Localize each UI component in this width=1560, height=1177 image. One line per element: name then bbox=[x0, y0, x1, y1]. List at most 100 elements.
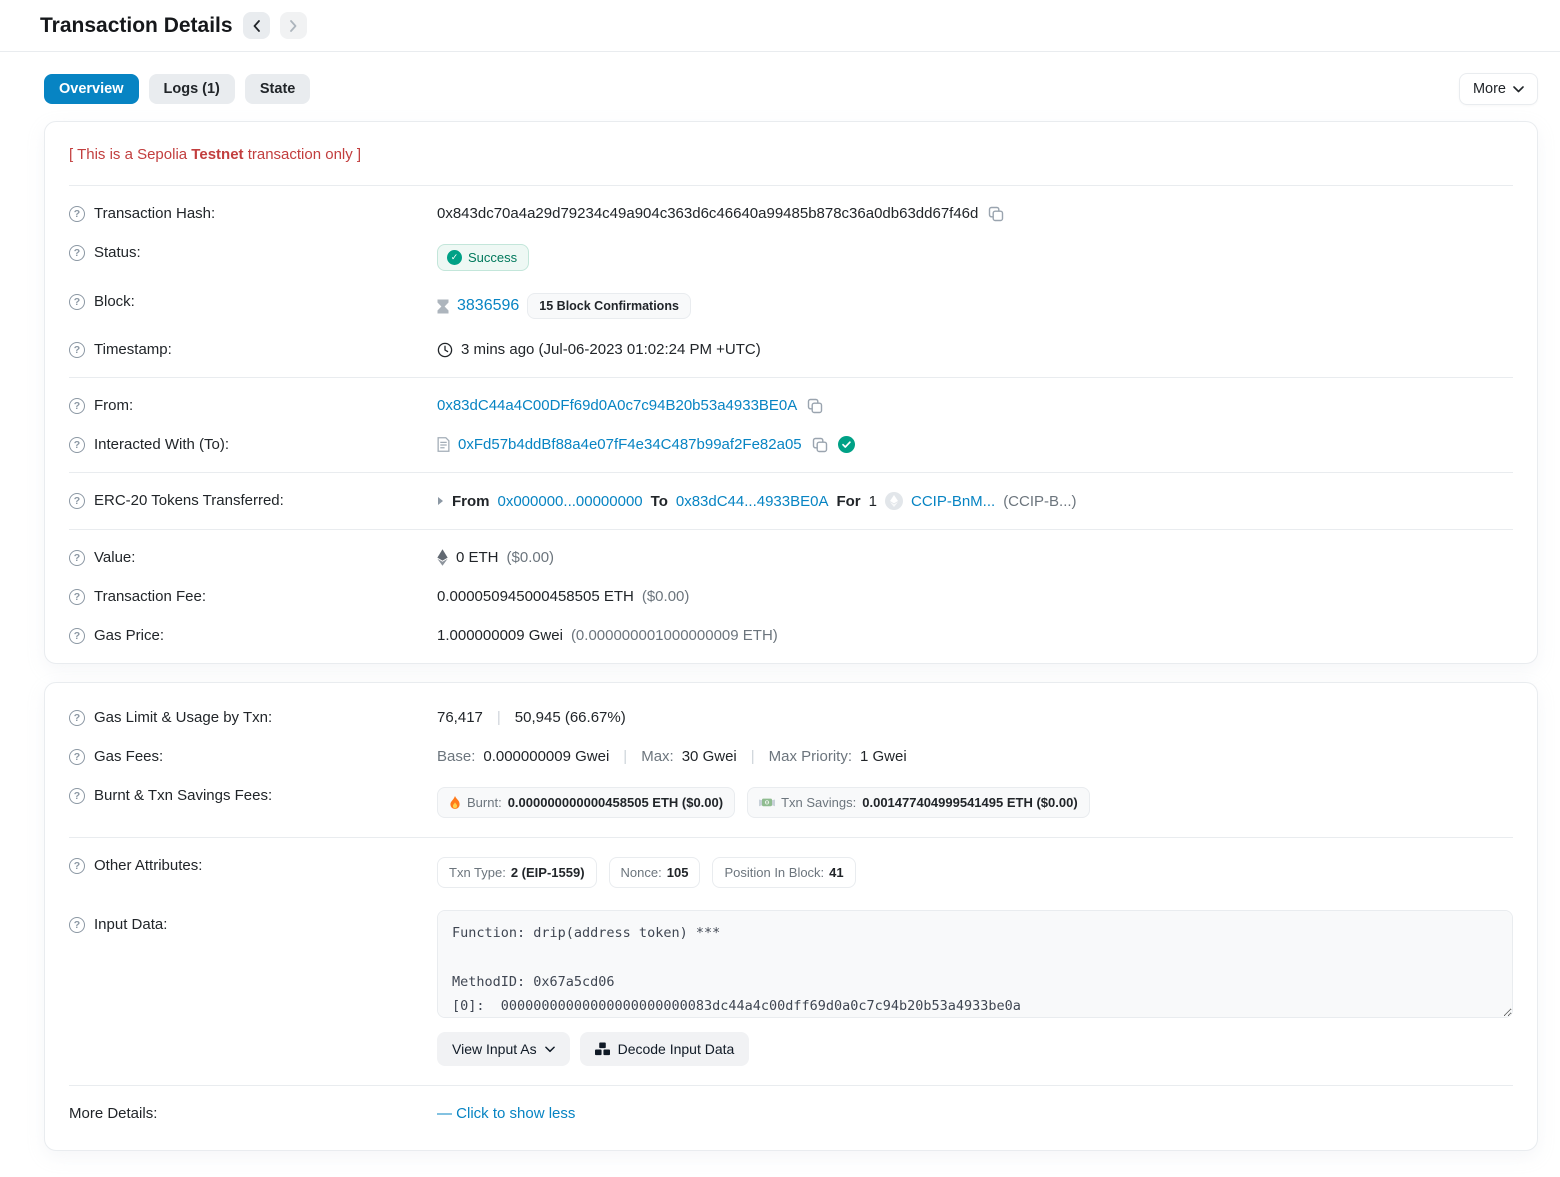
next-transaction-button[interactable] bbox=[280, 12, 307, 39]
more-details-row: More Details: — Click to show less bbox=[69, 1094, 1513, 1142]
txn-savings-value: 0.001477404999541495 ETH ($0.00) bbox=[862, 795, 1077, 810]
tab-group: Overview Logs (1) State bbox=[44, 74, 310, 104]
copy-from-address-button[interactable] bbox=[805, 398, 825, 414]
divider bbox=[69, 185, 1513, 186]
clock-icon bbox=[437, 342, 453, 358]
gas-price-row: ? Gas Price: 1.000000009 Gwei (0.0000000… bbox=[69, 616, 1513, 655]
help-icon[interactable]: ? bbox=[69, 245, 85, 261]
copy-icon bbox=[988, 206, 1004, 222]
gas-price-label: ? Gas Price: bbox=[69, 627, 437, 644]
interacted-with-label: ? Interacted With (To): bbox=[69, 436, 437, 453]
erc20-for-label: For bbox=[836, 493, 860, 510]
block-confirmations-badge: 15 Block Confirmations bbox=[527, 293, 691, 319]
copy-to-address-button[interactable] bbox=[810, 437, 830, 453]
erc20-transfers-row: ? ERC-20 Tokens Transferred: From 0x0000… bbox=[69, 481, 1513, 521]
page-title: Transaction Details bbox=[40, 14, 233, 38]
gas-limit-row: ? Gas Limit & Usage by Txn: 76,417 | 50,… bbox=[69, 691, 1513, 737]
txn-type-badge: Txn Type: 2 (EIP-1559) bbox=[437, 857, 597, 888]
txn-savings-label: Txn Savings: bbox=[781, 795, 856, 810]
timestamp-label: ? Timestamp: bbox=[69, 341, 437, 358]
interacted-with-row: ? Interacted With (To): 0xFd57b4ddBf88a4… bbox=[69, 425, 1513, 464]
nonce-badge: Nonce: 105 bbox=[609, 857, 701, 888]
toggle-details-link[interactable]: — Click to show less bbox=[437, 1105, 575, 1122]
timestamp-row: ? Timestamp: 3 mins ago (Jul-06-2023 01:… bbox=[69, 330, 1513, 369]
decode-input-data-button[interactable]: Decode Input Data bbox=[580, 1032, 750, 1066]
help-icon[interactable]: ? bbox=[69, 917, 85, 933]
gas-price-gwei: 1.000000009 Gwei bbox=[437, 627, 563, 644]
previous-transaction-button[interactable] bbox=[243, 12, 270, 39]
help-icon[interactable]: ? bbox=[69, 788, 85, 804]
copy-transaction-hash-button[interactable] bbox=[986, 206, 1006, 222]
erc20-from-address-link[interactable]: 0x000000...00000000 bbox=[498, 493, 643, 510]
divider bbox=[69, 472, 1513, 473]
other-attributes-label: ? Other Attributes: bbox=[69, 857, 437, 874]
view-input-as-button[interactable]: View Input As bbox=[437, 1032, 570, 1066]
details-card: ? Gas Limit & Usage by Txn: 76,417 | 50,… bbox=[44, 682, 1538, 1151]
transaction-hash-label: ? Transaction Hash: bbox=[69, 205, 437, 222]
erc20-to-label: To bbox=[651, 493, 668, 510]
transaction-fee-row: ? Transaction Fee: 0.000050945000458505 … bbox=[69, 577, 1513, 616]
max-fee-value: 30 Gwei bbox=[682, 748, 737, 765]
block-number-link[interactable]: 3836596 bbox=[457, 297, 519, 315]
cubes-icon bbox=[595, 1042, 610, 1056]
chevron-down-icon bbox=[1513, 86, 1524, 93]
status-label: ? Status: bbox=[69, 244, 437, 261]
tab-overview[interactable]: Overview bbox=[44, 74, 139, 104]
burnt-savings-row: ? Burnt & Txn Savings Fees: Burnt: 0.000… bbox=[69, 776, 1513, 829]
tab-state[interactable]: State bbox=[245, 74, 310, 104]
chevron-down-icon bbox=[545, 1046, 555, 1053]
separator: | bbox=[617, 748, 633, 765]
help-icon[interactable]: ? bbox=[69, 858, 85, 874]
transaction-fee-eth: 0.000050945000458505 ETH bbox=[437, 588, 634, 605]
tabs-row: Overview Logs (1) State More bbox=[44, 73, 1538, 105]
input-data-actions: View Input As Decode Input Data bbox=[437, 1032, 1513, 1066]
check-circle-icon: ✓ bbox=[447, 250, 462, 265]
from-address-link[interactable]: 0x83dC44a4C00DFf69d0A0c7c94B20b53a4933BE… bbox=[437, 397, 797, 414]
transaction-fee-label: ? Transaction Fee: bbox=[69, 588, 437, 605]
tab-logs[interactable]: Logs (1) bbox=[149, 74, 235, 104]
gas-limit-value: 76,417 bbox=[437, 709, 483, 726]
token-name-link[interactable]: CCIP-BnM... bbox=[911, 493, 995, 510]
copy-icon bbox=[807, 398, 823, 414]
help-icon[interactable]: ? bbox=[69, 589, 85, 605]
other-attributes-row: ? Other Attributes: Txn Type: 2 (EIP-155… bbox=[69, 846, 1513, 899]
help-icon[interactable]: ? bbox=[69, 749, 85, 765]
help-icon[interactable]: ? bbox=[69, 294, 85, 310]
help-icon[interactable]: ? bbox=[69, 710, 85, 726]
token-symbol: (CCIP-B...) bbox=[1003, 493, 1076, 510]
contract-file-icon bbox=[437, 437, 450, 452]
block-row: ? Block: 3836596 15 Block Confirmations bbox=[69, 282, 1513, 330]
max-priority-label: Max Priority: bbox=[769, 748, 852, 765]
transaction-hash-value: 0x843dc70a4a29d79234c49a904c363d6c46640a… bbox=[437, 205, 978, 222]
help-icon[interactable]: ? bbox=[69, 628, 85, 644]
more-label: More bbox=[1473, 81, 1506, 97]
burnt-label: Burnt: bbox=[467, 795, 502, 810]
value-eth: 0 ETH bbox=[456, 549, 499, 566]
more-dropdown-button[interactable]: More bbox=[1459, 73, 1538, 105]
eth-icon bbox=[437, 549, 448, 566]
input-data-textarea[interactable]: Function: drip(address token) *** Method… bbox=[437, 910, 1513, 1018]
burnt-savings-label: ? Burnt & Txn Savings Fees: bbox=[69, 787, 437, 804]
value-label: ? Value: bbox=[69, 549, 437, 566]
input-data-row: ? Input Data: Function: drip(address tok… bbox=[69, 899, 1513, 1077]
chevron-left-icon bbox=[252, 20, 261, 32]
help-icon[interactable]: ? bbox=[69, 550, 85, 566]
divider bbox=[69, 529, 1513, 530]
help-icon[interactable]: ? bbox=[69, 437, 85, 453]
caret-right-icon bbox=[437, 496, 444, 506]
help-icon[interactable]: ? bbox=[69, 493, 85, 509]
help-icon[interactable]: ? bbox=[69, 206, 85, 222]
transaction-fee-usd: ($0.00) bbox=[642, 588, 690, 605]
from-row: ? From: 0x83dC44a4C00DFf69d0A0c7c94B20b5… bbox=[69, 386, 1513, 425]
help-icon[interactable]: ? bbox=[69, 398, 85, 414]
divider bbox=[69, 837, 1513, 838]
input-data-label: ? Input Data: bbox=[69, 910, 437, 933]
gas-usage-value: 50,945 (66.67%) bbox=[515, 709, 626, 726]
value-row: ? Value: 0 ETH ($0.00) bbox=[69, 538, 1513, 577]
max-fee-label: Max: bbox=[641, 748, 674, 765]
hourglass-icon bbox=[437, 299, 449, 314]
help-icon[interactable]: ? bbox=[69, 342, 85, 358]
status-row: ? Status: ✓ Success bbox=[69, 233, 1513, 282]
erc20-to-address-link[interactable]: 0x83dC44...4933BE0A bbox=[676, 493, 829, 510]
to-address-link[interactable]: 0xFd57b4ddBf88a4e07fF4e34C487b99af2Fe82a… bbox=[458, 436, 802, 453]
